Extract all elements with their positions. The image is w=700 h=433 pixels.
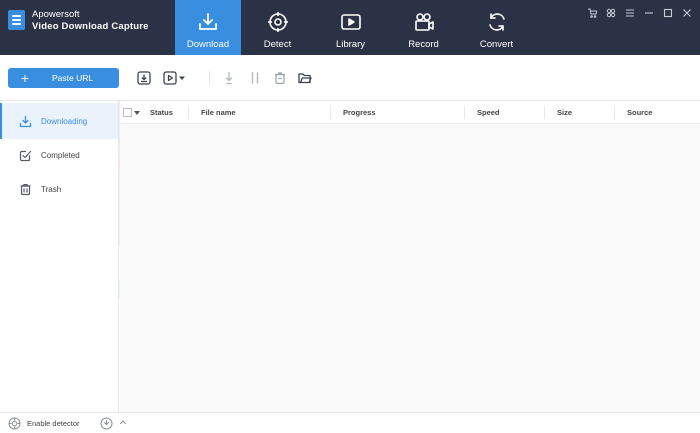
pause-icon[interactable] xyxy=(248,71,262,85)
video-task-icon[interactable] xyxy=(163,71,177,85)
brand-line-2: Video Download Capture xyxy=(32,21,149,32)
download-icon xyxy=(19,114,33,128)
nav-detect[interactable]: Detect xyxy=(241,0,314,55)
start-icon[interactable] xyxy=(222,71,236,85)
column-divider xyxy=(330,106,331,119)
title-bar: Apowersoft Video Download Capture Downlo… xyxy=(0,0,700,55)
column-size[interactable]: Size xyxy=(557,101,572,124)
sidebar-item-completed[interactable]: Completed xyxy=(0,137,118,173)
column-divider xyxy=(464,106,465,119)
library-icon xyxy=(340,14,361,30)
column-divider xyxy=(614,106,615,119)
window-controls xyxy=(587,8,692,18)
column-status[interactable]: Status xyxy=(150,101,173,124)
nav-convert[interactable]: Convert xyxy=(460,0,533,55)
convert-icon xyxy=(488,13,505,31)
nav-detect-label: Detect xyxy=(263,39,292,50)
sidebar-item-label: Completed xyxy=(41,150,80,160)
plus-icon: + xyxy=(20,70,30,86)
select-dropdown-icon[interactable] xyxy=(134,111,140,115)
column-speed[interactable]: Speed xyxy=(477,101,500,124)
menu-icon[interactable] xyxy=(625,8,635,18)
nav-library[interactable]: Library xyxy=(314,0,387,55)
grid-icon[interactable] xyxy=(606,8,616,18)
toolbar: + Paste URL xyxy=(0,55,700,101)
sidebar: Downloading Completed Trash xyxy=(0,101,119,412)
paste-url-label: Paste URL xyxy=(52,73,94,83)
column-divider xyxy=(188,106,189,119)
minimize-icon[interactable] xyxy=(644,8,654,18)
detector-toggle-icon[interactable] xyxy=(8,417,21,430)
sidebar-item-trash[interactable]: Trash xyxy=(0,171,118,207)
app-logo-icon xyxy=(8,10,25,30)
column-file-name[interactable]: File name xyxy=(201,101,236,124)
detect-icon xyxy=(267,12,288,32)
record-icon xyxy=(414,13,434,31)
download-icon xyxy=(199,13,217,30)
cart-icon[interactable] xyxy=(587,8,597,18)
table-header: Status File name Progress Speed Size Sou… xyxy=(120,101,700,124)
toolbar-divider xyxy=(209,71,210,85)
delete-icon[interactable] xyxy=(273,71,287,85)
maximize-icon[interactable] xyxy=(663,8,673,18)
column-divider xyxy=(544,106,545,119)
enable-detector-label: Enable detector xyxy=(27,418,80,428)
column-source[interactable]: Source xyxy=(627,101,652,124)
sidebar-item-label: Downloading xyxy=(41,116,88,126)
nav-record[interactable]: Record xyxy=(387,0,460,55)
paste-url-button[interactable]: + Paste URL xyxy=(8,68,119,88)
status-bar: Enable detector xyxy=(0,412,700,433)
completed-icon xyxy=(19,148,33,162)
nav-download-label: Download xyxy=(186,39,230,50)
close-icon[interactable] xyxy=(682,8,692,18)
column-progress[interactable]: Progress xyxy=(343,101,376,124)
main-nav: Download Detect Library Record Convert xyxy=(175,0,533,55)
nav-record-label: Record xyxy=(408,39,439,50)
nav-library-label: Library xyxy=(335,39,366,50)
brand: Apowersoft Video Download Capture xyxy=(8,9,149,33)
select-all-checkbox[interactable] xyxy=(123,108,132,117)
download-list xyxy=(120,124,700,412)
caret-down-icon[interactable] xyxy=(178,71,186,85)
trash-icon xyxy=(19,182,33,196)
chevron-up-icon[interactable] xyxy=(119,418,127,428)
nav-download[interactable]: Download xyxy=(175,0,241,55)
folder-icon[interactable] xyxy=(298,71,312,85)
sidebar-item-downloading[interactable]: Downloading xyxy=(0,103,118,139)
brand-line-1: Apowersoft xyxy=(32,9,80,20)
scheduler-icon[interactable] xyxy=(100,417,113,430)
download-task-icon[interactable] xyxy=(137,71,151,85)
nav-convert-label: Convert xyxy=(479,39,514,50)
sidebar-item-label: Trash xyxy=(41,184,62,194)
